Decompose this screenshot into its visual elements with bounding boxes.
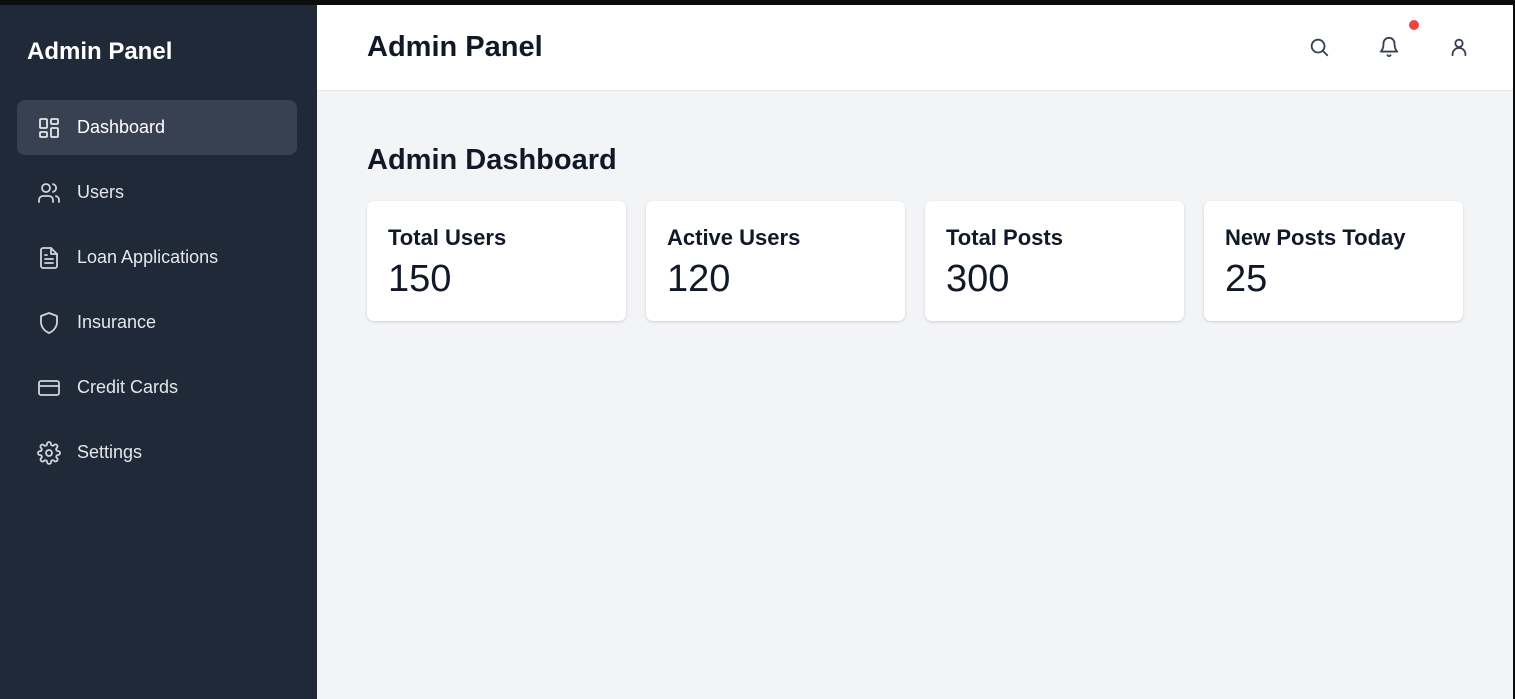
stat-card-new-posts-today: New Posts Today 25	[1204, 201, 1463, 321]
stats-cards: Total Users 150 Active Users 120 Total P…	[367, 201, 1463, 321]
sidebar-item-label: Settings	[77, 442, 143, 462]
credit-card-icon	[37, 376, 61, 400]
sidebar-item-label: Insurance	[77, 312, 157, 332]
document-icon	[37, 246, 61, 270]
users-icon	[37, 181, 61, 205]
top-header: Admin Panel	[317, 5, 1513, 91]
sidebar-item-loan-applications[interactable]: Loan Applications	[17, 230, 297, 285]
sidebar-item-users[interactable]: Users	[17, 165, 297, 220]
sidebar-item-dashboard[interactable]: Dashboard	[17, 100, 297, 155]
sidebar-nav: Dashboard Users Loan Applications Insura…	[17, 100, 297, 490]
stat-label: Total Users	[388, 225, 507, 250]
sidebar: Admin Panel Dashboard Users Loan Applica…	[0, 5, 317, 699]
stat-value: 25	[1225, 258, 1268, 300]
user-icon[interactable]	[1448, 36, 1470, 58]
stat-card-total-posts: Total Posts 300	[925, 201, 1184, 321]
sidebar-brand: Admin Panel	[27, 38, 173, 65]
stat-label: New Posts Today	[1225, 225, 1406, 250]
sidebar-item-label: Users	[77, 182, 125, 202]
search-icon[interactable]	[1308, 36, 1330, 58]
stat-value: 120	[667, 258, 731, 300]
stat-value: 300	[946, 258, 1010, 300]
gear-icon	[37, 440, 61, 465]
page-title: Admin Dashboard	[367, 144, 617, 176]
sidebar-item-label: Credit Cards	[77, 377, 179, 397]
main-content: Admin Panel Admin Dashboard Total Users	[317, 5, 1513, 699]
stat-label: Total Posts	[946, 225, 1063, 250]
notification-badge	[1409, 20, 1419, 30]
bell-icon[interactable]	[1378, 36, 1400, 58]
sidebar-item-label: Dashboard	[77, 117, 166, 137]
header-title: Admin Panel	[367, 31, 543, 63]
stat-label: Active Users	[667, 225, 801, 250]
shield-icon	[37, 311, 61, 335]
dashboard-icon	[37, 116, 61, 140]
sidebar-item-insurance[interactable]: Insurance	[17, 295, 297, 350]
stat-card-active-users: Active Users 120	[646, 201, 905, 321]
sidebar-item-credit-cards[interactable]: Credit Cards	[17, 360, 297, 415]
sidebar-item-label: Loan Applications	[77, 247, 219, 267]
stat-card-total-users: Total Users 150	[367, 201, 626, 321]
sidebar-item-settings[interactable]: Settings	[17, 425, 297, 480]
stat-value: 150	[388, 258, 452, 300]
